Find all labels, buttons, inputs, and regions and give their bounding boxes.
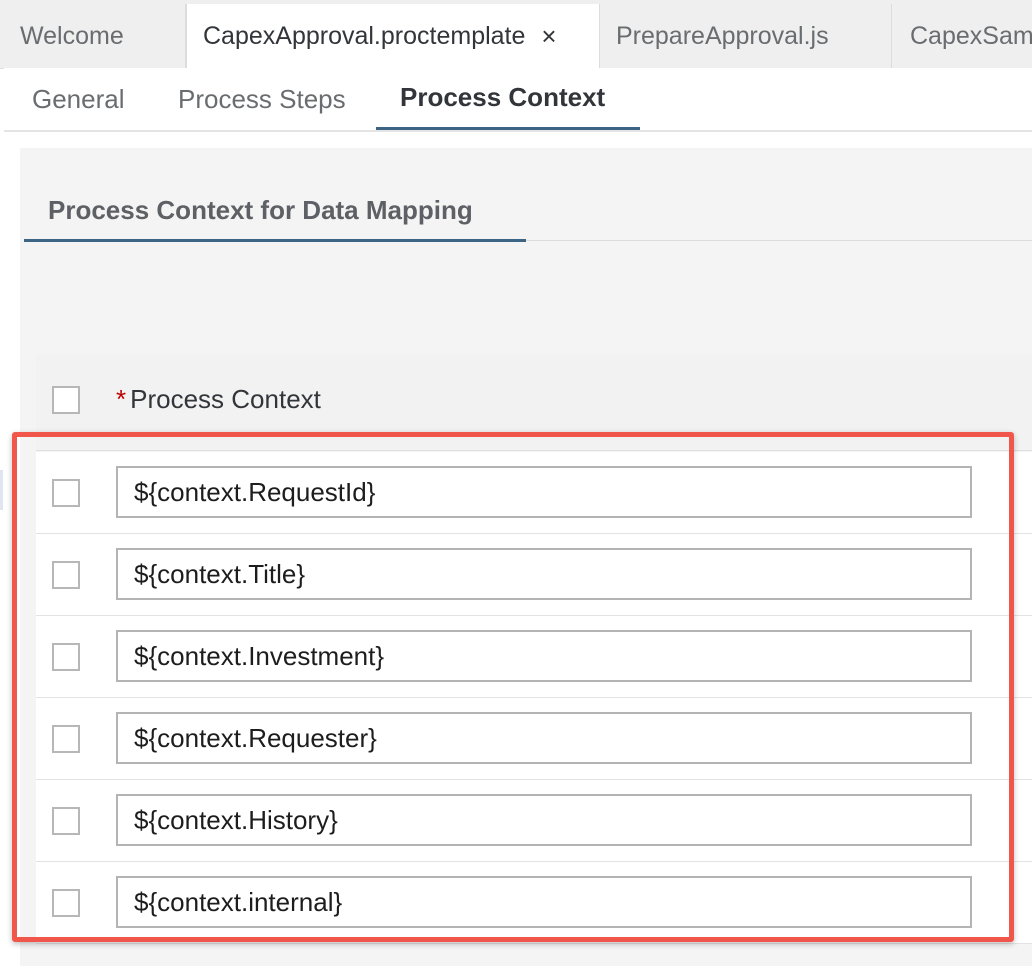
close-icon[interactable]: × <box>541 21 556 52</box>
row-checkbox[interactable] <box>52 807 80 835</box>
column-header-label: Process Context <box>130 384 321 414</box>
context-value-field[interactable] <box>116 630 972 682</box>
tab-label: Process Steps <box>178 83 346 114</box>
row-checkbox[interactable] <box>52 643 80 671</box>
editor-tab-label: Welcome <box>20 21 124 50</box>
table-row <box>36 534 1032 616</box>
table-row <box>36 698 1032 780</box>
editor-tab-welcome[interactable]: Welcome <box>0 4 186 68</box>
context-value-field[interactable] <box>116 548 972 600</box>
tab-process-steps[interactable]: Process Steps <box>154 68 376 130</box>
table-row <box>36 862 1032 944</box>
context-value-field[interactable] <box>116 794 972 846</box>
row-checkbox[interactable] <box>52 479 80 507</box>
context-value-field[interactable] <box>116 876 972 928</box>
table-row <box>36 452 1032 534</box>
editor-tab-prepareapproval[interactable]: PrepareApproval.js <box>600 4 892 68</box>
row-checkbox[interactable] <box>52 725 80 753</box>
row-checkbox[interactable] <box>52 561 80 589</box>
editor-tab-label: CapexSam <box>910 21 1032 50</box>
table-row <box>36 616 1032 698</box>
tab-process-context[interactable]: Process Context <box>376 68 640 130</box>
tab-label: Process Context <box>400 82 606 112</box>
editor-sub-tabs: General Process Steps Process Context <box>4 68 1032 132</box>
column-header-process-context: * Process Context <box>116 384 321 415</box>
section-divider <box>526 240 1032 241</box>
editor-tab-label: PrepareApproval.js <box>616 21 829 50</box>
select-all-checkbox[interactable] <box>52 386 80 414</box>
tab-label: General <box>32 83 125 114</box>
context-value-field[interactable] <box>116 466 972 518</box>
editor-tab-capexsample[interactable]: CapexSam <box>892 4 1032 68</box>
row-checkbox[interactable] <box>52 889 80 917</box>
table-header: * Process Context <box>36 354 1032 451</box>
editor-tab-label: CapexApproval.proctemplate <box>203 21 526 50</box>
editor-tab-bar: Welcome CapexApproval.proctemplate × Pre… <box>0 0 1032 69</box>
table-row <box>36 780 1032 862</box>
context-value-field[interactable] <box>116 712 972 764</box>
required-marker: * <box>116 384 127 414</box>
editor-tab-capexapproval[interactable]: CapexApproval.proctemplate × <box>186 4 600 68</box>
tab-general[interactable]: General <box>4 68 154 130</box>
section-tab-label: Process Context for Data Mapping <box>48 195 473 225</box>
tab-process-context-data-mapping[interactable]: Process Context for Data Mapping <box>24 182 526 242</box>
left-edge-indicator <box>0 470 3 510</box>
